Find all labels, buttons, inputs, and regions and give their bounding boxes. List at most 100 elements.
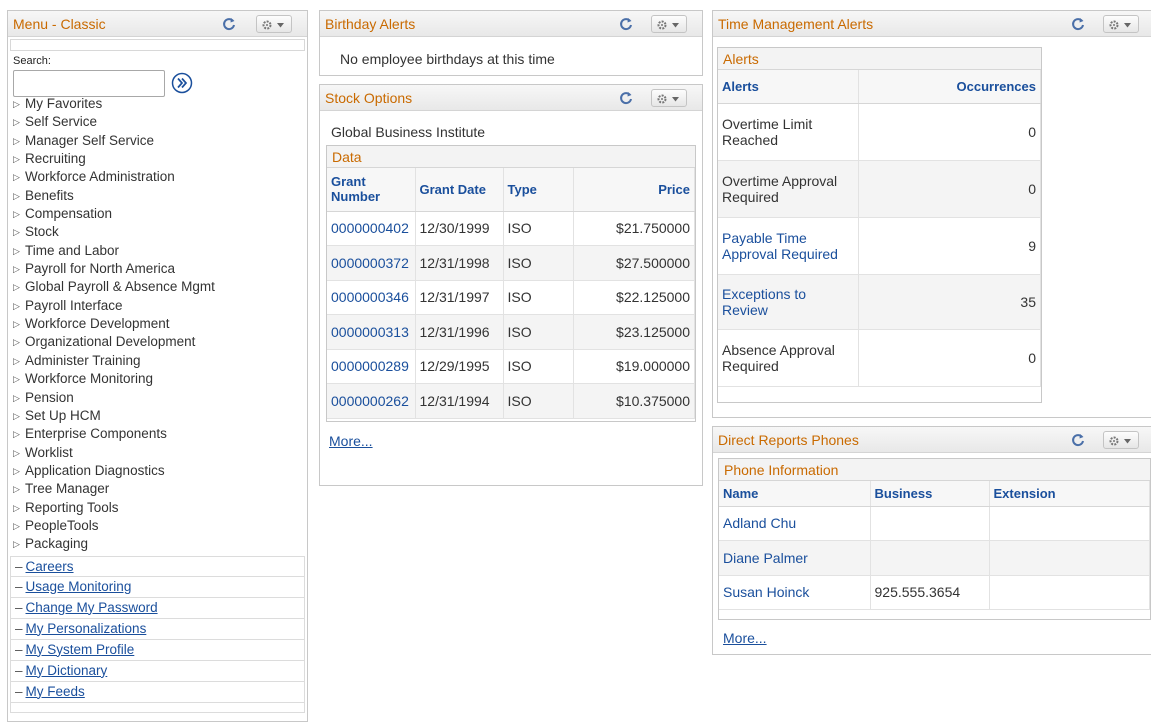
menu-item-payroll-interface[interactable]: ▷ Payroll Interface [8, 297, 307, 315]
menu-item-worklist[interactable]: ▷ Worklist [8, 444, 307, 462]
menu-search-input[interactable] [13, 70, 165, 97]
careers-link[interactable]: Careers [26, 559, 74, 574]
my-system-profile-link[interactable]: My System Profile [26, 642, 135, 657]
refresh-icon[interactable] [1069, 15, 1087, 33]
expand-triangle-icon: ▷ [13, 190, 20, 201]
birthday-alerts-pagelet: Birthday Alerts No employee birthdays at… [319, 10, 703, 76]
column-header-business[interactable]: Business [870, 481, 990, 507]
menu-item-my-favorites[interactable]: ▷ My Favorites [8, 95, 307, 113]
grant-number-link[interactable]: 0000000346 [331, 289, 409, 305]
dash-icon: – [15, 662, 23, 678]
expand-triangle-icon: ▷ [13, 117, 20, 128]
column-header-price[interactable]: Price [573, 168, 695, 212]
menu-item-time-and-labor[interactable]: ▷ Time and Labor [8, 242, 307, 260]
employee-name-link[interactable]: Adland Chu [723, 515, 796, 531]
search-go-icon[interactable] [171, 72, 193, 97]
menu-item-manager-self-service[interactable]: ▷ Manager Self Service [8, 132, 307, 150]
stock-table: Grant Number Grant Date Type Price 00000… [327, 168, 695, 419]
pagelet-title: Birthday Alerts [325, 16, 416, 32]
menu-item-stock[interactable]: ▷ Stock [8, 223, 307, 241]
column-header-type[interactable]: Type [503, 168, 574, 212]
menu-item-workforce-monitoring[interactable]: ▷ Workforce Monitoring [8, 370, 307, 388]
refresh-icon[interactable] [1069, 431, 1087, 449]
change-password-link[interactable]: Change My Password [26, 600, 158, 615]
my-feeds-link[interactable]: My Feeds [26, 684, 85, 699]
stock-more-link[interactable]: More... [329, 433, 373, 449]
menu-item-enterprise-components[interactable]: ▷ Enterprise Components [8, 425, 307, 443]
my-personalizations-link[interactable]: My Personalizations [26, 621, 147, 636]
menu-item-organizational-development[interactable]: ▷ Organizational Development [8, 333, 307, 351]
type-cell: ISO [503, 314, 574, 350]
table-row: Overtime Limit Reached 0 [718, 103, 1041, 161]
pagelet-title: Time Management Alerts [718, 16, 874, 32]
pagelet-options-button[interactable] [256, 15, 292, 33]
menu-item-payroll-north-america[interactable]: ▷ Payroll for North America [8, 260, 307, 278]
menu-item-recruiting[interactable]: ▷ Recruiting [8, 150, 307, 168]
dash-icon: – [15, 641, 23, 657]
price-cell: $21.750000 [573, 211, 695, 246]
column-header-grant-number[interactable]: Grant Number [327, 168, 416, 212]
dash-icon: – [15, 683, 23, 699]
menu-item-tree-manager[interactable]: ▷ Tree Manager [8, 480, 307, 498]
menu-item-self-service[interactable]: ▷ Self Service [8, 113, 307, 131]
payable-time-approval-link[interactable]: Payable Time Approval Required [722, 230, 838, 262]
alert-name-cell: Payable Time Approval Required [718, 217, 859, 275]
type-cell: ISO [503, 383, 574, 419]
pagelet-options-button[interactable] [651, 15, 687, 33]
expand-triangle-icon: ▷ [13, 355, 20, 366]
expand-triangle-icon: ▷ [13, 135, 20, 146]
employee-name-link[interactable]: Susan Hoinck [723, 584, 809, 600]
expand-triangle-icon: ▷ [13, 465, 20, 476]
refresh-icon[interactable] [220, 15, 238, 33]
grant-number-link[interactable]: 0000000313 [331, 324, 409, 340]
grant-number-link[interactable]: 0000000372 [331, 255, 409, 271]
grant-number-link[interactable]: 0000000289 [331, 358, 409, 374]
column-header-extension[interactable]: Extension [989, 481, 1150, 507]
refresh-icon[interactable] [617, 89, 635, 107]
pagelet-options-button[interactable] [651, 89, 687, 107]
menu-link-my-dictionary: – My Dictionary [10, 660, 305, 682]
column-header-alerts[interactable]: Alerts [718, 70, 859, 104]
column-header-occurrences[interactable]: Occurrences [858, 70, 1041, 104]
menu-item-compensation[interactable]: ▷ Compensation [8, 205, 307, 223]
expand-triangle-icon: ▷ [13, 209, 20, 220]
menu-item-set-up-hcm[interactable]: ▷ Set Up HCM [8, 407, 307, 425]
grant-number-link[interactable]: 0000000262 [331, 393, 409, 409]
grant-date-cell: 12/29/1995 [415, 349, 504, 384]
menu-item-benefits[interactable]: ▷ Benefits [8, 187, 307, 205]
menu-blank-row [10, 39, 305, 51]
extension-cell [989, 575, 1150, 610]
menu-item-packaging[interactable]: ▷ Packaging [8, 535, 307, 553]
menu-item-workforce-administration[interactable]: ▷ Workforce Administration [8, 168, 307, 186]
expand-triangle-icon: ▷ [13, 227, 20, 238]
pagelet-options-button[interactable] [1103, 15, 1139, 33]
expand-triangle-icon: ▷ [13, 264, 20, 275]
column-header-name[interactable]: Name [719, 481, 871, 507]
pagelet-title: Direct Reports Phones [718, 432, 859, 448]
table-row: Exceptions to Review 35 [718, 274, 1041, 330]
reports-more-link[interactable]: More... [723, 630, 767, 646]
menu-link-list: – Careers – Usage Monitoring – Change My Pa… [10, 555, 305, 703]
menu-item-workforce-development[interactable]: ▷ Workforce Development [8, 315, 307, 333]
expand-triangle-icon: ▷ [13, 154, 20, 165]
name-cell: Susan Hoinck [719, 575, 871, 610]
my-dictionary-link[interactable]: My Dictionary [26, 663, 108, 678]
expand-triangle-icon: ▷ [13, 172, 20, 183]
menu-item-peopletools[interactable]: ▷ PeopleTools [8, 517, 307, 535]
alerts-table: Alerts Occurrences Overtime Limit Reache… [718, 70, 1041, 387]
employee-name-link[interactable]: Diane Palmer [723, 550, 808, 566]
expand-triangle-icon: ▷ [13, 99, 20, 109]
menu-item-pension[interactable]: ▷ Pension [8, 389, 307, 407]
pagelet-options-button[interactable] [1103, 431, 1139, 449]
menu-item-application-diagnostics[interactable]: ▷ Application Diagnostics [8, 462, 307, 480]
menu-item-administer-training[interactable]: ▷ Administer Training [8, 352, 307, 370]
usage-monitoring-link[interactable]: Usage Monitoring [26, 579, 132, 594]
menu-item-global-payroll[interactable]: ▷ Global Payroll & Absence Mgmt [8, 278, 307, 296]
grant-number-link[interactable]: 0000000402 [331, 220, 409, 236]
dash-icon: – [15, 558, 23, 574]
menu-item-reporting-tools[interactable]: ▷ Reporting Tools [8, 499, 307, 517]
column-header-grant-date[interactable]: Grant Date [415, 168, 504, 212]
refresh-icon[interactable] [617, 15, 635, 33]
expand-triangle-icon: ▷ [13, 447, 20, 458]
exceptions-to-review-link[interactable]: Exceptions to Review [722, 286, 806, 318]
